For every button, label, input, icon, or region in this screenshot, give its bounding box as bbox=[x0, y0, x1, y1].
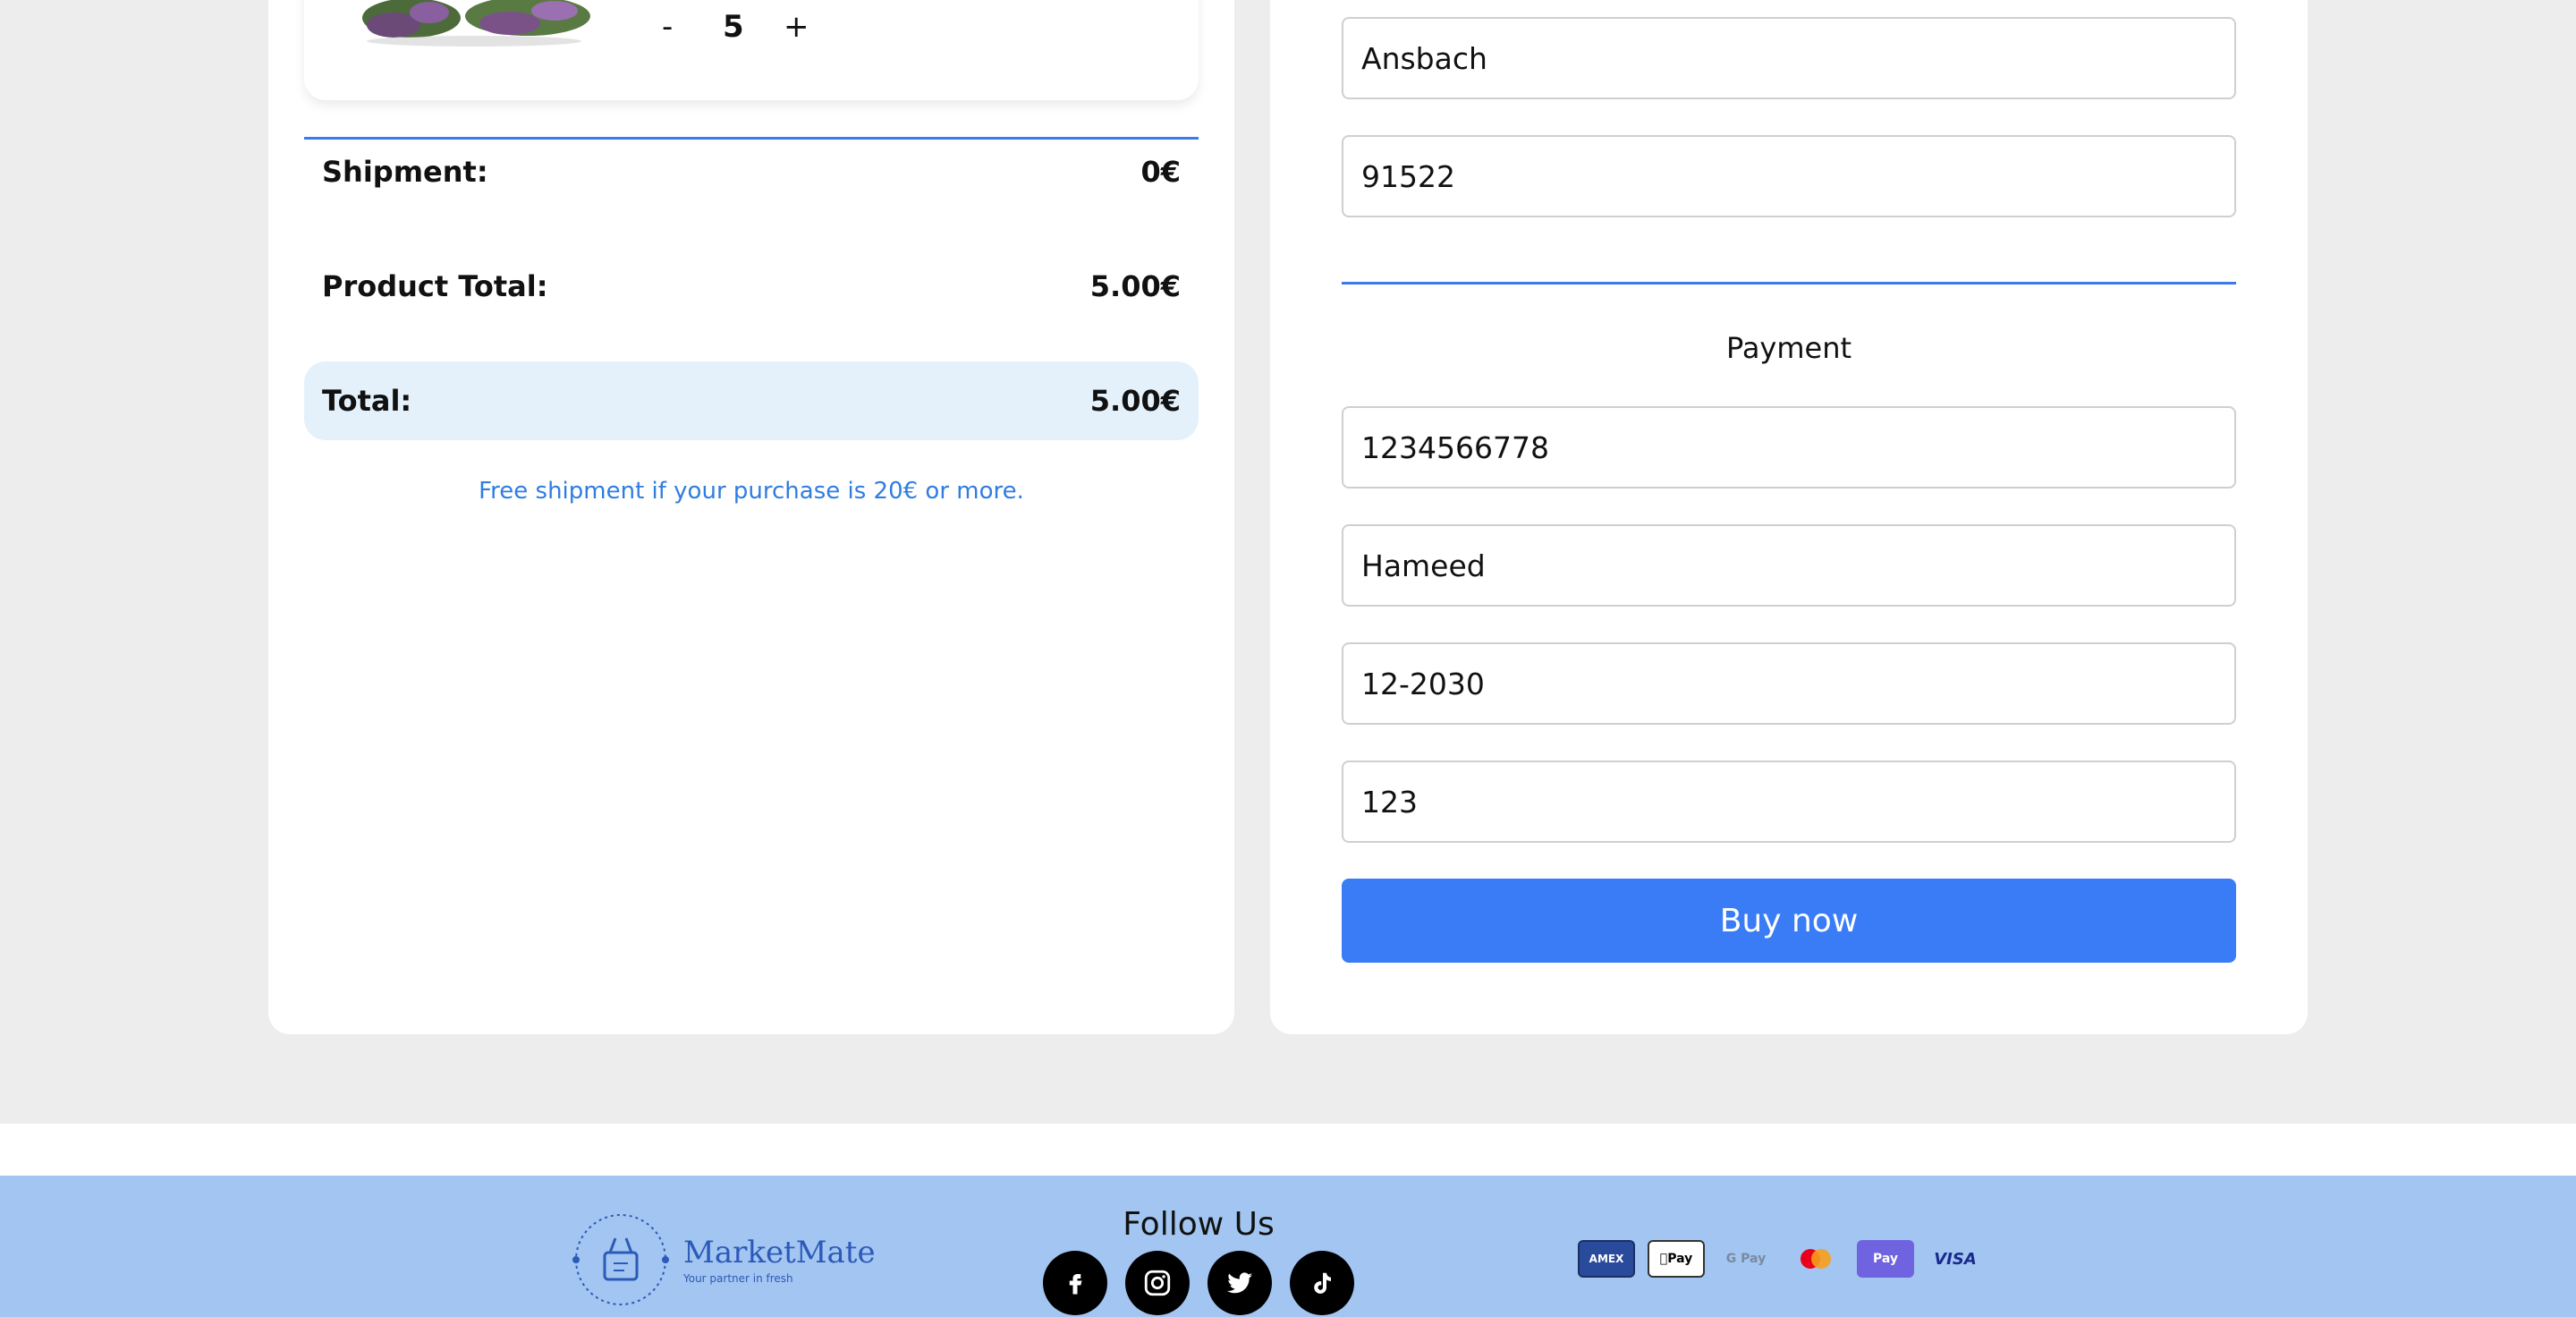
quantity-increase-button[interactable]: + bbox=[784, 9, 809, 45]
product-total-value: 5.00€ bbox=[1089, 269, 1181, 303]
shipment-value: 0€ bbox=[1140, 155, 1181, 189]
payment-title: Payment bbox=[1725, 331, 1852, 365]
shipment-row: Shipment: 0€ bbox=[304, 132, 1199, 211]
free-shipment-note: Free shipment if your purchase is 20€ or… bbox=[479, 478, 1024, 505]
tiktok-icon[interactable] bbox=[1290, 1251, 1354, 1315]
facebook-icon[interactable] bbox=[1043, 1251, 1107, 1315]
total-label: Total: bbox=[322, 384, 412, 418]
amex-icon: AMEX bbox=[1578, 1240, 1635, 1278]
brand-tagline: Your partner in fresh bbox=[683, 1272, 793, 1285]
product-total-row: Product Total: 5.00€ bbox=[304, 247, 1199, 326]
brand-name: MarketMate bbox=[683, 1235, 876, 1270]
total-row: Total: 5.00€ bbox=[304, 361, 1199, 440]
buy-now-button[interactable]: Buy now bbox=[1342, 879, 2236, 963]
cart-product-item: - 5 + bbox=[304, 0, 1199, 100]
cvc-field[interactable]: 123 bbox=[1342, 760, 2236, 843]
form-divider bbox=[1342, 282, 2236, 285]
expiry-field[interactable]: 12-2030 bbox=[1342, 642, 2236, 725]
apple-pay-label: Pay bbox=[1663, 1252, 1692, 1266]
apple-logo-icon:  bbox=[1660, 1252, 1667, 1266]
cart-summary-card: - 5 + Shipment: 0€ Product Total: 5.00€ … bbox=[268, 0, 1234, 1034]
shop-pay-icon: Pay bbox=[1857, 1240, 1914, 1278]
footer: MarketMate Your partner in fresh Follow … bbox=[0, 1176, 2576, 1317]
brand-logo[interactable]: MarketMate Your partner in fresh bbox=[569, 1208, 876, 1315]
mastercard-icon bbox=[1787, 1240, 1844, 1278]
google-pay-icon: G Pay bbox=[1725, 1252, 1767, 1266]
quantity-decrease-button[interactable]: - bbox=[662, 9, 673, 45]
shipment-label: Shipment: bbox=[322, 155, 488, 189]
follow-us-title: Follow Us bbox=[1123, 1206, 1275, 1243]
card-number-field[interactable]: 1234566778 bbox=[1342, 406, 2236, 489]
quantity-value: 5 bbox=[723, 9, 744, 45]
card-holder-field[interactable]: Hameed bbox=[1342, 524, 2236, 607]
visa-icon: VISA bbox=[1934, 1249, 1977, 1269]
instagram-icon[interactable] bbox=[1125, 1251, 1190, 1315]
city-field[interactable]: Ansbach bbox=[1342, 17, 2236, 99]
twitter-icon[interactable] bbox=[1208, 1251, 1272, 1315]
product-total-label: Product Total: bbox=[322, 269, 548, 303]
checkout-form-card: Ansbach 91522 Payment 1234566778 Hameed … bbox=[1270, 0, 2308, 1034]
product-image bbox=[362, 0, 590, 47]
basket-logo-icon bbox=[572, 1214, 669, 1305]
apple-pay-icon:  Pay bbox=[1648, 1240, 1705, 1278]
footer-top-band bbox=[0, 1124, 2576, 1176]
total-value: 5.00€ bbox=[1089, 384, 1181, 418]
postal-code-field[interactable]: 91522 bbox=[1342, 135, 2236, 217]
